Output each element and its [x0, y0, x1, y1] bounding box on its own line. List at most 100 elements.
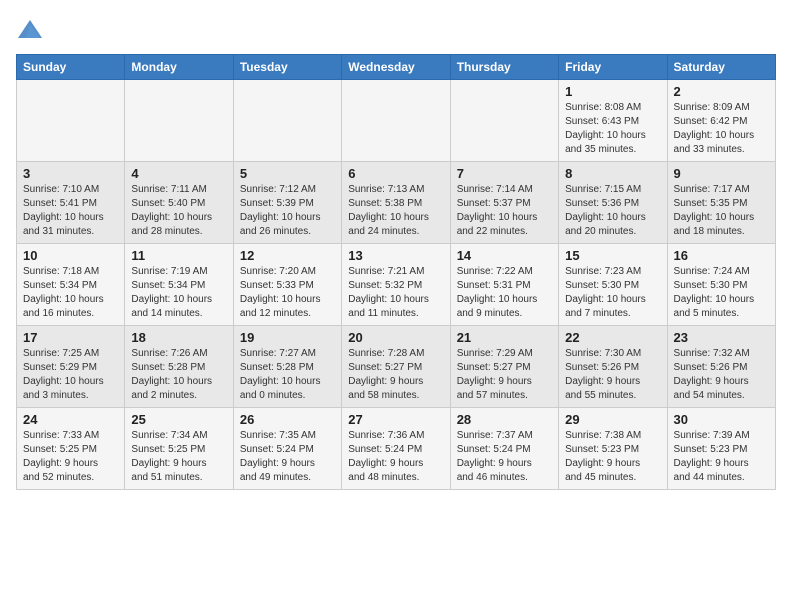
- calendar-week-5: 24 Sunrise: 7:33 AM Sunset: 5:25 PM Dayli…: [17, 408, 776, 490]
- day-number: 17: [23, 330, 118, 345]
- day-number: 13: [348, 248, 443, 263]
- day-info: Sunrise: 7:14 AM Sunset: 5:37 PM Dayligh…: [457, 183, 552, 239]
- day-info: Sunrise: 7:13 AM Sunset: 5:38 PM Dayligh…: [348, 183, 443, 239]
- day-number: 25: [131, 412, 226, 427]
- calendar-cell: 5Sunrise: 7:12 AM Sunset: 5:39 PM Daylig…: [233, 162, 341, 244]
- day-number: 3: [23, 166, 118, 181]
- calendar-cell: 13 Sunrise: 7:21 AM Sunset: 5:32 PM Dayli…: [342, 244, 450, 326]
- day-number: 14: [457, 248, 552, 263]
- day-info: Sunrise: 7:20 AM Sunset: 5:33 PM Dayligh…: [240, 265, 335, 321]
- day-number: 23: [674, 330, 769, 345]
- weekday-header-wednesday: Wednesday: [342, 55, 450, 80]
- weekday-header-friday: Friday: [559, 55, 667, 80]
- day-number: 19: [240, 330, 335, 345]
- day-number: 4: [131, 166, 226, 181]
- calendar-cell: 22 Sunrise: 7:30 AM Sunset: 5:26 PM Dayli…: [559, 326, 667, 408]
- day-info: Sunrise: 8:09 AM Sunset: 6:42 PM Dayligh…: [674, 101, 769, 157]
- calendar-cell: 1 Sunrise: 8:08 AM Sunset: 6:43 PM Daylig…: [559, 80, 667, 162]
- day-number: 9: [674, 166, 769, 181]
- day-info: Sunrise: 8:08 AM Sunset: 6:43 PM Dayligh…: [565, 101, 660, 157]
- weekday-header-thursday: Thursday: [450, 55, 558, 80]
- day-info: Sunrise: 7:29 AM Sunset: 5:27 PM Dayligh…: [457, 347, 552, 403]
- day-number: 15: [565, 248, 660, 263]
- calendar-cell: 7 Sunrise: 7:14 AM Sunset: 5:37 PM Daylig…: [450, 162, 558, 244]
- day-info: Sunrise: 7:34 AM Sunset: 5:25 PM Dayligh…: [131, 429, 226, 485]
- weekday-header-row: SundayMondayTuesdayWednesdayThursdayFrid…: [17, 55, 776, 80]
- day-info: Sunrise: 7:19 AM Sunset: 5:34 PM Dayligh…: [131, 265, 226, 321]
- calendar-cell: 29Sunrise: 7:38 AM Sunset: 5:23 PM Dayli…: [559, 408, 667, 490]
- day-number: 2: [674, 84, 769, 99]
- day-number: 29: [565, 412, 660, 427]
- calendar-cell: 28Sunrise: 7:37 AM Sunset: 5:24 PM Dayli…: [450, 408, 558, 490]
- day-number: 10: [23, 248, 118, 263]
- calendar-table: SundayMondayTuesdayWednesdayThursdayFrid…: [16, 54, 776, 490]
- calendar-header: SundayMondayTuesdayWednesdayThursdayFrid…: [17, 55, 776, 80]
- weekday-header-tuesday: Tuesday: [233, 55, 341, 80]
- calendar-cell: 23 Sunrise: 7:32 AM Sunset: 5:26 PM Dayli…: [667, 326, 775, 408]
- day-info: Sunrise: 7:17 AM Sunset: 5:35 PM Dayligh…: [674, 183, 769, 239]
- calendar-cell: [17, 80, 125, 162]
- day-number: 30: [674, 412, 769, 427]
- calendar-cell: 25 Sunrise: 7:34 AM Sunset: 5:25 PM Dayli…: [125, 408, 233, 490]
- calendar-cell: 30Sunrise: 7:39 AM Sunset: 5:23 PM Dayli…: [667, 408, 775, 490]
- calendar-cell: 12 Sunrise: 7:20 AM Sunset: 5:33 PM Dayli…: [233, 244, 341, 326]
- day-info: Sunrise: 7:25 AM Sunset: 5:29 PM Dayligh…: [23, 347, 118, 403]
- day-info: Sunrise: 7:36 AM Sunset: 5:24 PM Dayligh…: [348, 429, 443, 485]
- calendar-cell: 15 Sunrise: 7:23 AM Sunset: 5:30 PM Dayli…: [559, 244, 667, 326]
- logo: [16, 16, 48, 44]
- day-number: 26: [240, 412, 335, 427]
- day-number: 1: [565, 84, 660, 99]
- calendar-cell: 16Sunrise: 7:24 AM Sunset: 5:30 PM Dayli…: [667, 244, 775, 326]
- day-number: 5: [240, 166, 335, 181]
- day-number: 11: [131, 248, 226, 263]
- day-info: Sunrise: 7:37 AM Sunset: 5:24 PM Dayligh…: [457, 429, 552, 485]
- day-info: Sunrise: 7:23 AM Sunset: 5:30 PM Dayligh…: [565, 265, 660, 321]
- day-number: 8: [565, 166, 660, 181]
- weekday-header-saturday: Saturday: [667, 55, 775, 80]
- day-info: Sunrise: 7:35 AM Sunset: 5:24 PM Dayligh…: [240, 429, 335, 485]
- calendar-cell: [450, 80, 558, 162]
- day-info: Sunrise: 7:10 AM Sunset: 5:41 PM Dayligh…: [23, 183, 118, 239]
- day-info: Sunrise: 7:27 AM Sunset: 5:28 PM Dayligh…: [240, 347, 335, 403]
- day-info: Sunrise: 7:21 AM Sunset: 5:32 PM Dayligh…: [348, 265, 443, 321]
- day-info: Sunrise: 7:32 AM Sunset: 5:26 PM Dayligh…: [674, 347, 769, 403]
- calendar-cell: 19 Sunrise: 7:27 AM Sunset: 5:28 PM Dayli…: [233, 326, 341, 408]
- day-info: Sunrise: 7:33 AM Sunset: 5:25 PM Dayligh…: [23, 429, 118, 485]
- calendar-cell: 27 Sunrise: 7:36 AM Sunset: 5:24 PM Dayli…: [342, 408, 450, 490]
- calendar-cell: 2 Sunrise: 8:09 AM Sunset: 6:42 PM Daylig…: [667, 80, 775, 162]
- day-info: Sunrise: 7:18 AM Sunset: 5:34 PM Dayligh…: [23, 265, 118, 321]
- calendar-cell: 14Sunrise: 7:22 AM Sunset: 5:31 PM Dayli…: [450, 244, 558, 326]
- calendar-cell: [233, 80, 341, 162]
- day-number: 7: [457, 166, 552, 181]
- day-info: Sunrise: 7:15 AM Sunset: 5:36 PM Dayligh…: [565, 183, 660, 239]
- calendar-cell: 18 Sunrise: 7:26 AM Sunset: 5:28 PM Dayli…: [125, 326, 233, 408]
- calendar-week-2: 3 Sunrise: 7:10 AM Sunset: 5:41 PM Daylig…: [17, 162, 776, 244]
- calendar-cell: 4Sunrise: 7:11 AM Sunset: 5:40 PM Daylig…: [125, 162, 233, 244]
- calendar-cell: 11 Sunrise: 7:19 AM Sunset: 5:34 PM Dayli…: [125, 244, 233, 326]
- calendar-cell: 6Sunrise: 7:13 AM Sunset: 5:38 PM Daylig…: [342, 162, 450, 244]
- day-number: 18: [131, 330, 226, 345]
- day-info: Sunrise: 7:30 AM Sunset: 5:26 PM Dayligh…: [565, 347, 660, 403]
- day-number: 22: [565, 330, 660, 345]
- day-info: Sunrise: 7:26 AM Sunset: 5:28 PM Dayligh…: [131, 347, 226, 403]
- day-info: Sunrise: 7:24 AM Sunset: 5:30 PM Dayligh…: [674, 265, 769, 321]
- calendar-week-3: 10 Sunrise: 7:18 AM Sunset: 5:34 PM Dayli…: [17, 244, 776, 326]
- calendar-cell: 26 Sunrise: 7:35 AM Sunset: 5:24 PM Dayli…: [233, 408, 341, 490]
- calendar-week-1: 1 Sunrise: 8:08 AM Sunset: 6:43 PM Daylig…: [17, 80, 776, 162]
- day-number: 27: [348, 412, 443, 427]
- calendar-cell: 24 Sunrise: 7:33 AM Sunset: 5:25 PM Dayli…: [17, 408, 125, 490]
- day-number: 24: [23, 412, 118, 427]
- weekday-header-monday: Monday: [125, 55, 233, 80]
- day-info: Sunrise: 7:28 AM Sunset: 5:27 PM Dayligh…: [348, 347, 443, 403]
- day-number: 12: [240, 248, 335, 263]
- calendar-cell: 17 Sunrise: 7:25 AM Sunset: 5:29 PM Dayli…: [17, 326, 125, 408]
- weekday-header-sunday: Sunday: [17, 55, 125, 80]
- logo-icon: [16, 16, 44, 44]
- calendar-cell: 8 Sunrise: 7:15 AM Sunset: 5:36 PM Daylig…: [559, 162, 667, 244]
- page-header: [16, 16, 776, 44]
- day-number: 20: [348, 330, 443, 345]
- calendar-cell: 10 Sunrise: 7:18 AM Sunset: 5:34 PM Dayli…: [17, 244, 125, 326]
- calendar-cell: 20 Sunrise: 7:28 AM Sunset: 5:27 PM Dayli…: [342, 326, 450, 408]
- calendar-week-4: 17 Sunrise: 7:25 AM Sunset: 5:29 PM Dayli…: [17, 326, 776, 408]
- day-number: 21: [457, 330, 552, 345]
